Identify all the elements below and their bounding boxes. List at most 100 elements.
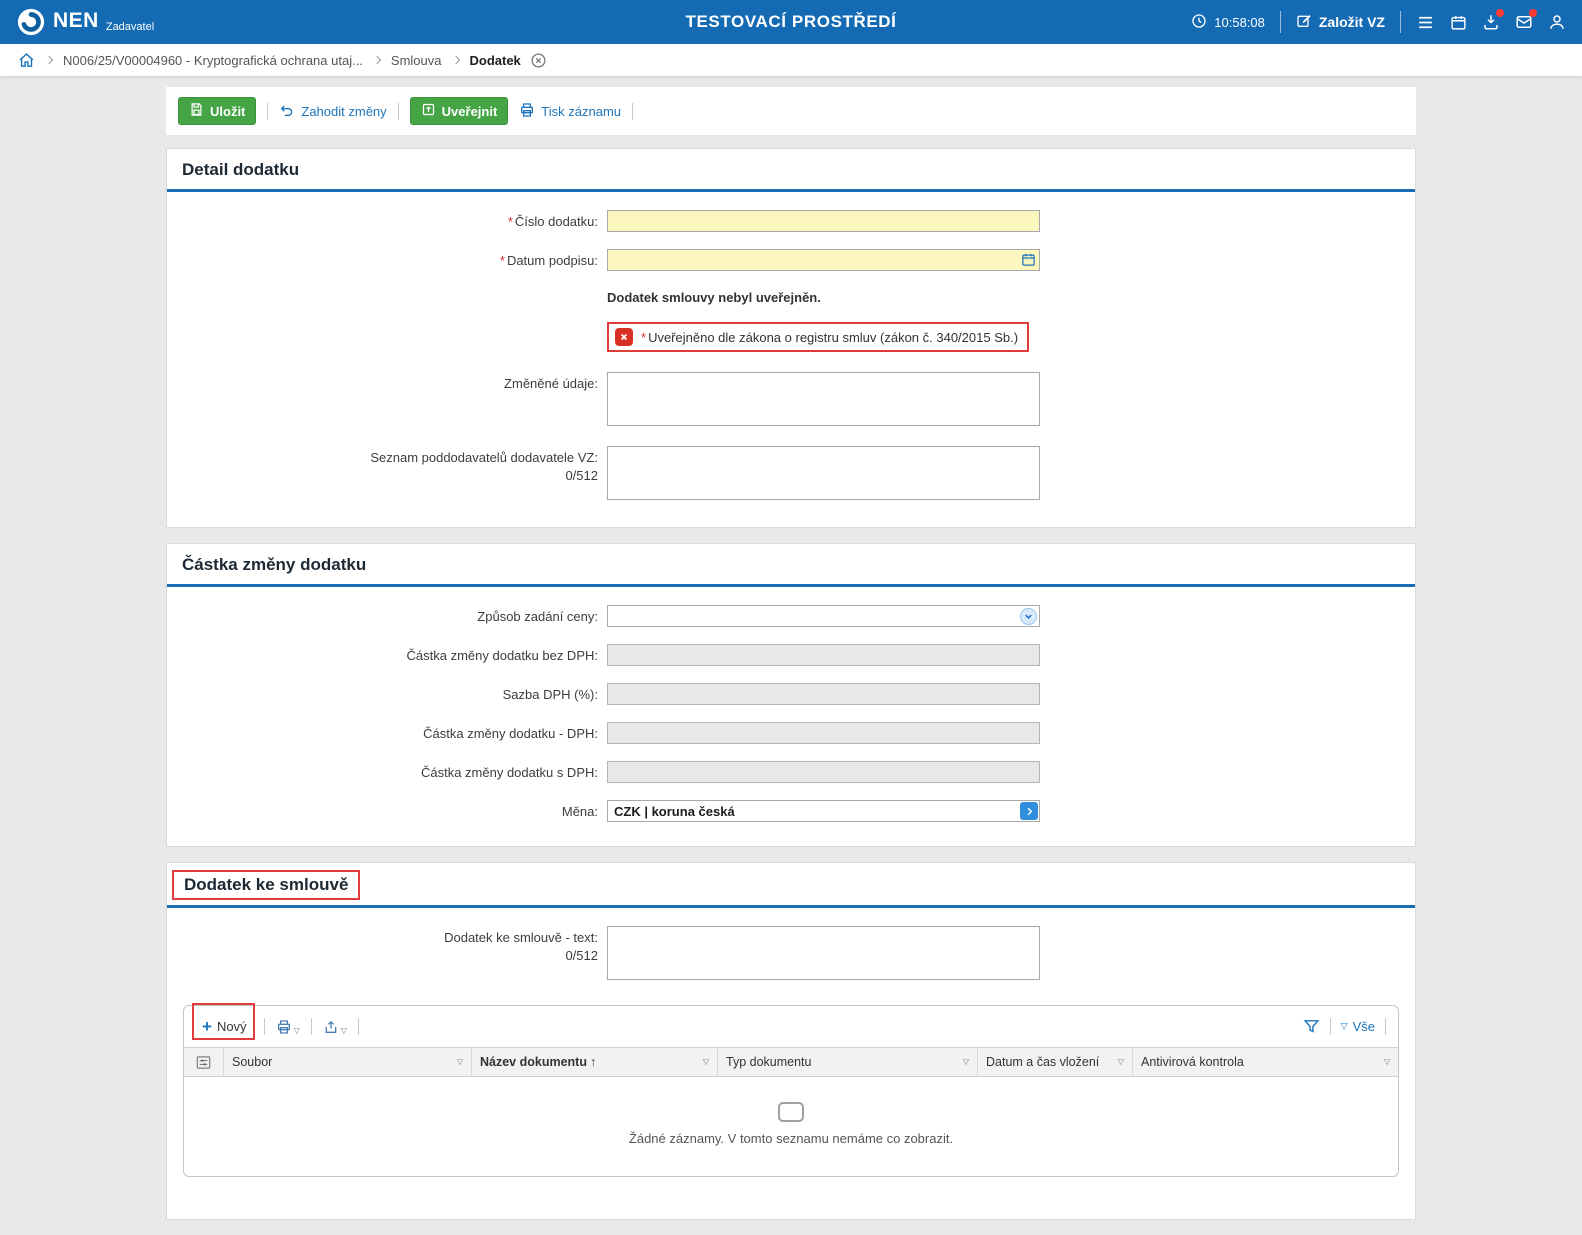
zmenene-udaje-textarea[interactable] — [607, 372, 1040, 426]
edit-icon — [1296, 13, 1312, 32]
field-label — [167, 322, 607, 352]
undo-icon — [279, 102, 295, 121]
clock-icon — [1191, 13, 1207, 32]
not-published-note: Dodatek smlouvy nebyl uveřejněn. — [607, 288, 821, 305]
brand-name: NEN — [53, 10, 99, 37]
chevron-right-icon[interactable] — [1020, 802, 1038, 820]
chevron-down-icon[interactable] — [1020, 608, 1037, 625]
save-button[interactable]: Uložit — [178, 97, 256, 125]
form-row-zpusob-zadani: Způsob zadání ceny: — [167, 605, 1415, 627]
close-tab-icon[interactable] — [530, 52, 547, 69]
menu-button[interactable] — [1416, 13, 1435, 32]
cislo-dodatku-input[interactable] — [607, 210, 1040, 232]
dropdown-caret-icon: ▽ — [341, 1027, 347, 1035]
downloads-button[interactable] — [1482, 13, 1500, 31]
discard-changes-label: Zahodit změny — [301, 104, 386, 119]
grid-toolbar: + Nový ▽ ▽ — [184, 1006, 1398, 1047]
create-vz-label: Založit VZ — [1319, 14, 1385, 30]
section-body: *Číslo dodatku: *Datum podpisu: Dodatek … — [167, 192, 1415, 527]
char-counter: 0/512 — [167, 947, 598, 965]
spacer — [167, 1181, 1415, 1195]
grid-toolbar-right: ▽ Vše — [1303, 1018, 1386, 1035]
create-vz-button[interactable]: Založit VZ — [1296, 13, 1385, 32]
print-record-button[interactable]: Tisk záznamu — [519, 102, 621, 121]
server-time: 10:58:08 — [1191, 13, 1265, 32]
seznam-poddodavatelu-textarea[interactable] — [607, 446, 1040, 500]
column-settings-button[interactable] — [184, 1048, 224, 1076]
error-x-icon — [615, 328, 633, 346]
grid-print-button[interactable]: ▽ — [276, 1019, 300, 1035]
zpusob-zadani-ceny-select[interactable] — [607, 605, 1040, 627]
separator — [264, 1018, 265, 1035]
breadcrumb-item-dodatek: Dodatek — [470, 53, 521, 68]
divider — [1400, 11, 1401, 33]
form-row-zmenene-udaje: Změněné údaje: — [167, 372, 1415, 429]
save-icon — [189, 102, 204, 120]
field-label: Částka změny dodatku s DPH: — [167, 761, 607, 783]
section-dodatek-ke-smlouve: Dodatek ke smlouvě Dodatek ke smlouvě - … — [166, 862, 1416, 1220]
field-label: Seznam poddodavatelů dodavatele VZ: 0/51… — [167, 446, 607, 503]
home-icon[interactable] — [18, 52, 35, 69]
breadcrumb-separator-icon — [373, 56, 381, 64]
validation-error-text: *Uveřejněno dle zákona o registru smluv … — [641, 330, 1018, 345]
filter-funnel-icon[interactable] — [1303, 1018, 1320, 1035]
notification-dot — [1496, 9, 1504, 17]
empty-tray-icon — [777, 1101, 805, 1123]
brand-subtitle: Zadavatel — [106, 22, 154, 37]
sazba-dph-input — [607, 683, 1040, 705]
mena-lookup-field[interactable]: CZK | koruna česká — [607, 800, 1040, 822]
dodatek-text-textarea[interactable] — [607, 926, 1040, 980]
field-label: *Číslo dodatku: — [167, 210, 607, 232]
section-title: Částka změny dodatku — [167, 544, 1415, 587]
new-document-button[interactable]: + Nový — [196, 1015, 253, 1038]
column-header-antivirova-kontrola[interactable]: Antivirová kontrola ▽ — [1133, 1048, 1398, 1076]
filter-caret-icon[interactable]: ▽ — [703, 1058, 709, 1066]
dropdown-caret-icon: ▽ — [294, 1027, 300, 1035]
divider — [1280, 11, 1281, 33]
publish-icon — [421, 102, 436, 120]
filter-caret-icon[interactable]: ▽ — [1384, 1058, 1390, 1066]
section-body: Způsob zadání ceny: Částka změny dodatku… — [167, 587, 1415, 846]
breadcrumb-item-procedure[interactable]: N006/25/V00004960 - Kryptografická ochra… — [63, 53, 363, 68]
calendar-button[interactable] — [1450, 14, 1467, 31]
separator — [632, 103, 633, 120]
column-header-datum-vlozeni[interactable]: Datum a čas vložení ▽ — [978, 1048, 1133, 1076]
datepicker-icon[interactable] — [1021, 252, 1036, 267]
form-row-bez-dph: Částka změny dodatku bez DPH: — [167, 644, 1415, 666]
show-all-button[interactable]: ▽ Vše — [1341, 1019, 1375, 1034]
show-all-label: Vše — [1353, 1019, 1375, 1034]
form-row-registr-smluv: *Uveřejněno dle zákona o registru smluv … — [167, 322, 1415, 352]
publish-button[interactable]: Uveřejnit — [410, 97, 509, 125]
current-time: 10:58:08 — [1214, 15, 1265, 30]
datum-podpisu-input[interactable] — [607, 249, 1040, 271]
column-header-soubor[interactable]: Soubor ▽ — [224, 1048, 472, 1076]
column-header-nazev-dokumentu[interactable]: Název dokumentu↑ ▽ — [472, 1048, 718, 1076]
field-label: Částka změny dodatku - DPH: — [167, 722, 607, 744]
form-row-note: Dodatek smlouvy nebyl uveřejněn. — [167, 288, 1415, 305]
breadcrumb-item-smlouva[interactable]: Smlouva — [391, 53, 442, 68]
breadcrumb: N006/25/V00004960 - Kryptografická ochra… — [0, 44, 1582, 77]
print-record-label: Tisk záznamu — [541, 104, 621, 119]
filter-caret-icon[interactable]: ▽ — [963, 1058, 969, 1066]
field-label: Dodatek ke smlouvě - text: 0/512 — [167, 926, 607, 983]
filter-caret-icon[interactable]: ▽ — [1118, 1058, 1124, 1066]
grid-empty-state: Žádné záznamy. V tomto seznamu nemáme co… — [184, 1077, 1398, 1176]
empty-text: Žádné záznamy. V tomto seznamu nemáme co… — [194, 1131, 1388, 1146]
char-counter: 0/512 — [167, 467, 598, 485]
discard-changes-button[interactable]: Zahodit změny — [279, 102, 386, 121]
breadcrumb-separator-icon — [451, 56, 459, 64]
grid-header-row: Soubor ▽ Název dokumentu↑ ▽ Typ dokument… — [184, 1047, 1398, 1077]
action-toolbar: Uložit Zahodit změny Uveřejnit Tisk zázn… — [166, 87, 1416, 135]
nen-logo-icon[interactable] — [16, 7, 46, 37]
grid-export-button[interactable]: ▽ — [323, 1019, 347, 1035]
documents-grid: + Nový ▽ ▽ — [183, 1005, 1399, 1177]
separator — [311, 1018, 312, 1035]
column-header-typ-dokumentu[interactable]: Typ dokumentu ▽ — [718, 1048, 978, 1076]
printer-icon — [519, 102, 535, 121]
section-detail-dodatku: Detail dodatku *Číslo dodatku: *Datum po… — [166, 148, 1416, 528]
separator — [1330, 1018, 1331, 1035]
filter-caret-icon[interactable]: ▽ — [457, 1058, 463, 1066]
user-button[interactable] — [1548, 13, 1566, 31]
validation-error-registr: *Uveřejněno dle zákona o registru smluv … — [607, 322, 1029, 352]
messages-button[interactable] — [1515, 13, 1533, 31]
